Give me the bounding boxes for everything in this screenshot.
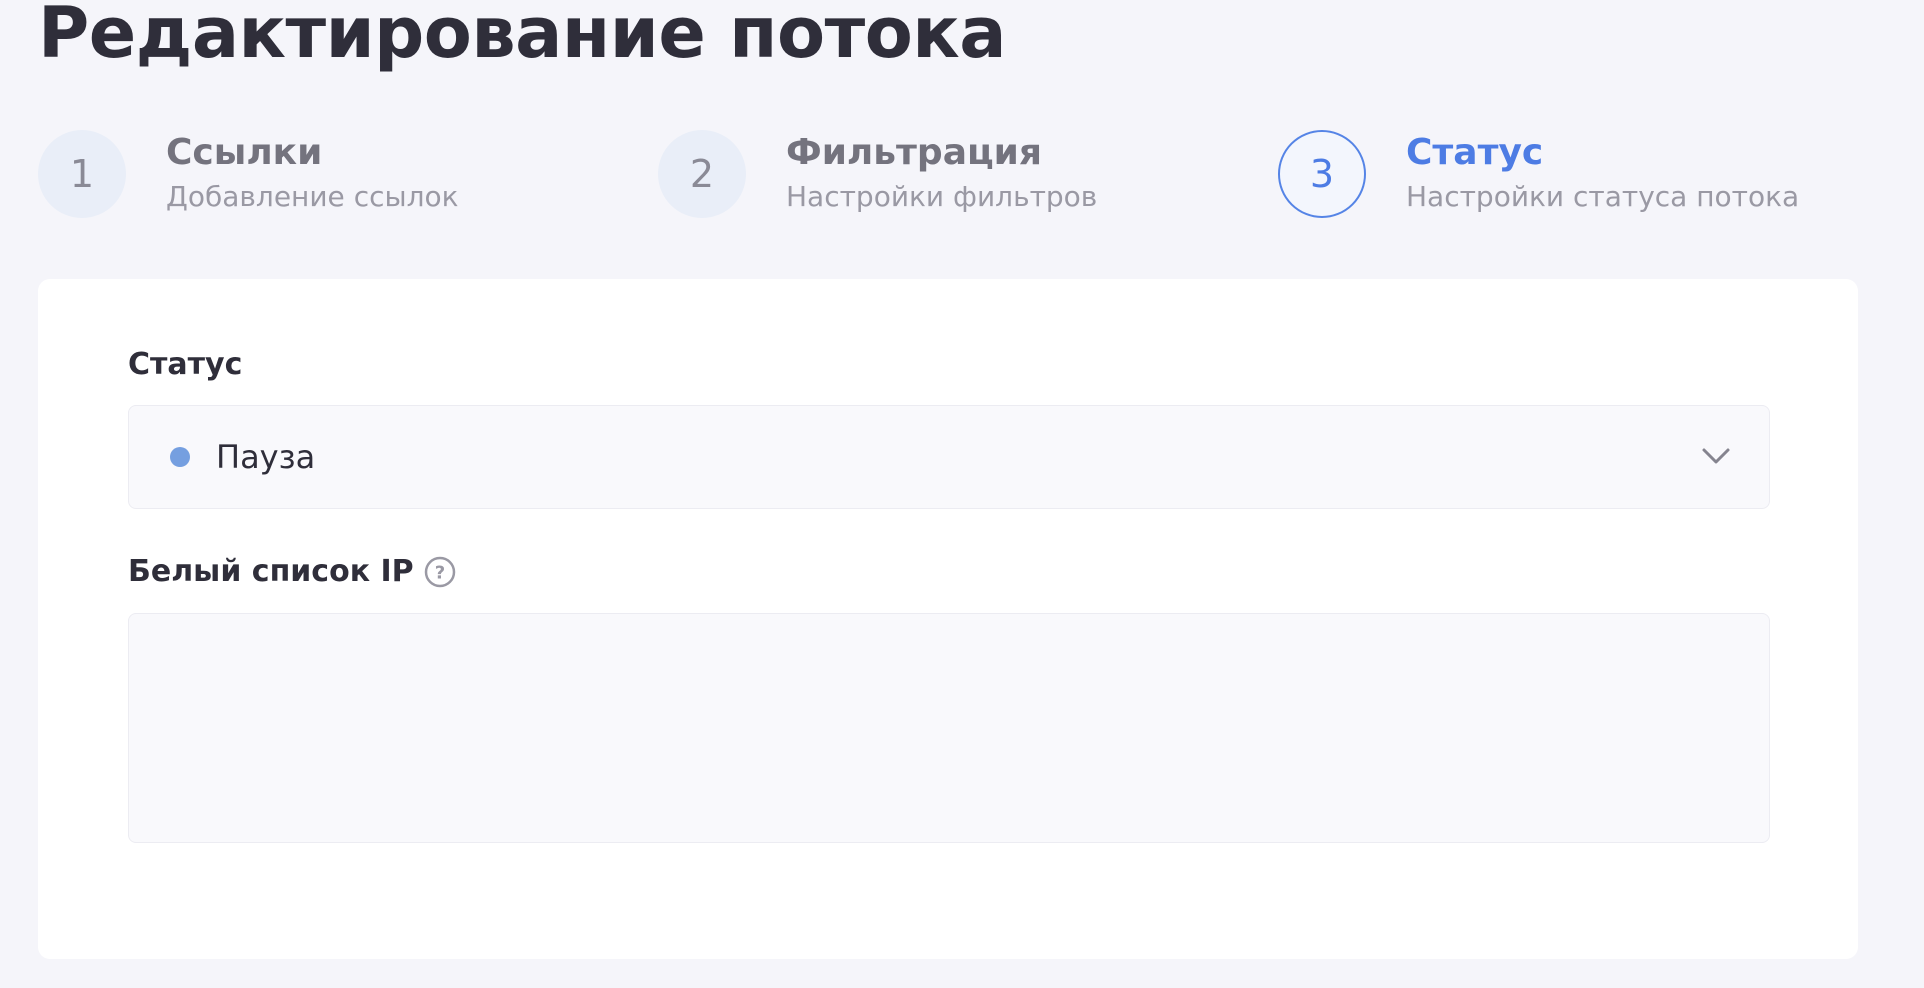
chevron-down-icon	[1702, 448, 1730, 464]
step-number: 1	[38, 130, 126, 218]
question-circle-icon[interactable]: ?	[424, 556, 456, 588]
step-text: Фильтрация Настройки фильтров	[786, 131, 1097, 217]
whitelist-ip-label: Белый список IP ?	[128, 554, 456, 589]
step-status[interactable]: 3 Статус Настройки статуса потока	[1278, 130, 1799, 218]
step-subtitle: Настройки фильтров	[786, 180, 1098, 213]
step-text: Ссылки Добавление ссылок	[166, 131, 459, 217]
step-title: Фильтрация	[786, 132, 1043, 173]
step-text: Статус Настройки статуса потока	[1406, 131, 1799, 217]
svg-text:?: ?	[434, 562, 444, 583]
status-select-value: Пауза	[216, 438, 316, 476]
step-links[interactable]: 1 Ссылки Добавление ссылок	[38, 130, 459, 218]
status-select[interactable]: Пауза	[128, 405, 1770, 509]
page-title: Редактирование потока	[38, 0, 1007, 74]
whitelist-ip-textarea[interactable]	[128, 613, 1770, 843]
stepper: 1 Ссылки Добавление ссылок 2 Фильтрация …	[38, 130, 1858, 220]
step-subtitle: Настройки статуса потока	[1406, 180, 1800, 213]
step-title: Ссылки	[166, 132, 323, 173]
step-number: 2	[658, 130, 746, 218]
step-number: 3	[1278, 130, 1366, 218]
status-dot	[170, 447, 190, 467]
step-filtering[interactable]: 2 Фильтрация Настройки фильтров	[658, 130, 1097, 218]
step-title: Статус	[1406, 132, 1544, 173]
step-subtitle: Добавление ссылок	[166, 180, 459, 213]
whitelist-ip-label-text: Белый список IP	[128, 554, 414, 589]
status-label: Статус	[128, 347, 243, 382]
form-card: Статус Пауза Белый список IP ?	[38, 279, 1858, 959]
